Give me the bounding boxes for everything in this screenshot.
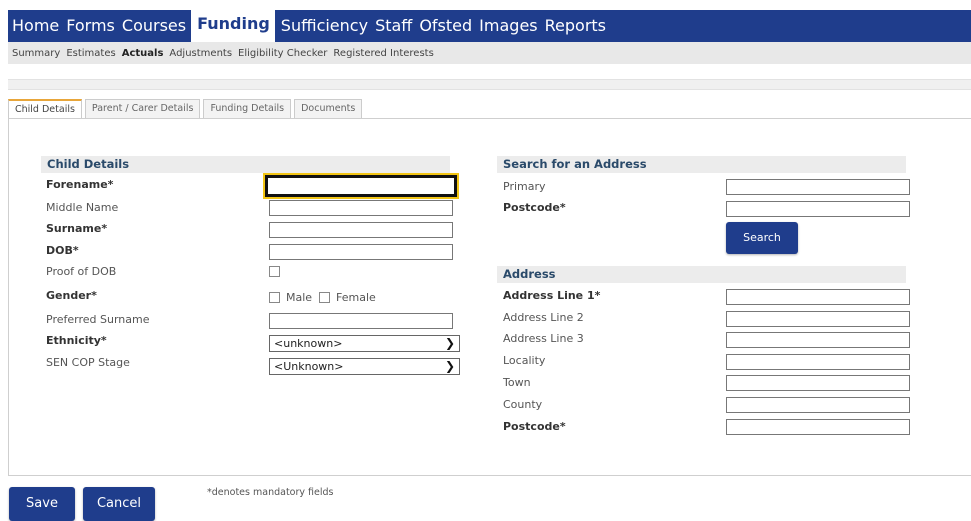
- female-label: Female: [336, 291, 376, 304]
- male-checkbox[interactable]: [269, 292, 280, 303]
- surname-input[interactable]: [269, 222, 453, 238]
- tab-funding-details[interactable]: Funding Details: [203, 99, 292, 118]
- preferred-surname-label: Preferred Surname: [46, 313, 150, 326]
- tab-parent-carer-details[interactable]: Parent / Carer Details: [84, 99, 201, 118]
- sen-label: SEN COP Stage: [46, 356, 130, 369]
- nav-home[interactable]: Home: [8, 15, 62, 42]
- primary-label: Primary: [503, 180, 546, 193]
- address-line2-input[interactable]: [726, 311, 910, 327]
- nav-images[interactable]: Images: [475, 15, 540, 42]
- sub-nav: Summary Estimates Actuals Adjustments El…: [8, 42, 971, 64]
- child-details-heading: Child Details: [41, 156, 450, 173]
- locality-input[interactable]: [726, 354, 910, 370]
- locality-label: Locality: [503, 354, 546, 367]
- save-button[interactable]: Save: [9, 487, 75, 521]
- subnav-eligibility-checker[interactable]: Eligibility Checker: [234, 48, 329, 59]
- preferred-surname-input[interactable]: [269, 313, 453, 329]
- tab-documents[interactable]: Documents: [294, 99, 363, 118]
- divider-strip: [8, 79, 971, 90]
- sen-value: <Unknown>: [274, 360, 344, 373]
- address-line3-input[interactable]: [726, 332, 910, 348]
- town-label: Town: [503, 376, 531, 389]
- nav-sufficiency[interactable]: Sufficiency: [277, 15, 371, 42]
- tab-child-details[interactable]: Child Details: [8, 99, 82, 120]
- middle-name-input[interactable]: [269, 200, 453, 216]
- town-input[interactable]: [726, 375, 910, 391]
- gender-label: Gender*: [46, 289, 97, 302]
- nav-staff[interactable]: Staff: [371, 15, 415, 42]
- search-postcode-label: Postcode*: [503, 201, 566, 214]
- address-line2-label: Address Line 2: [503, 311, 584, 324]
- cancel-button[interactable]: Cancel: [83, 487, 155, 521]
- form-tabs: Child Details Parent / Carer Details Fun…: [8, 99, 365, 120]
- county-label: County: [503, 398, 543, 411]
- subnav-actuals[interactable]: Actuals: [118, 48, 166, 59]
- address-heading: Address: [497, 266, 906, 283]
- address-postcode-label: Postcode*: [503, 420, 566, 433]
- ethnicity-value: <unknown>: [274, 337, 343, 350]
- female-checkbox[interactable]: [319, 292, 330, 303]
- male-label: Male: [286, 291, 313, 304]
- chevron-down-icon: ❯: [444, 336, 455, 350]
- surname-label: Surname*: [46, 222, 108, 235]
- proof-dob-checkbox[interactable]: [269, 266, 280, 277]
- sen-select[interactable]: <Unknown> ❯: [269, 358, 460, 375]
- forename-label: Forename*: [46, 178, 114, 191]
- address-line1-input[interactable]: [726, 289, 910, 305]
- address-line3-label: Address Line 3: [503, 332, 584, 345]
- primary-input[interactable]: [726, 179, 910, 195]
- subnav-estimates[interactable]: Estimates: [62, 48, 117, 59]
- nav-funding[interactable]: Funding: [191, 10, 275, 42]
- forename-input[interactable]: [263, 173, 459, 199]
- nav-ofsted[interactable]: Ofsted: [415, 15, 475, 42]
- nav-forms[interactable]: Forms: [62, 15, 118, 42]
- subnav-registered-interests[interactable]: Registered Interests: [329, 48, 435, 59]
- search-address-heading: Search for an Address: [497, 156, 906, 173]
- search-button[interactable]: Search: [726, 222, 798, 254]
- ethnicity-select[interactable]: <unknown> ❯: [269, 335, 460, 352]
- top-nav: Home Forms Courses Funding Sufficiency S…: [8, 10, 971, 42]
- nav-courses[interactable]: Courses: [118, 15, 189, 42]
- dob-input[interactable]: [269, 244, 453, 260]
- county-input[interactable]: [726, 397, 910, 413]
- address-postcode-input[interactable]: [726, 419, 910, 435]
- nav-reports[interactable]: Reports: [541, 15, 609, 42]
- subnav-adjustments[interactable]: Adjustments: [165, 48, 234, 59]
- search-postcode-input[interactable]: [726, 201, 910, 217]
- middle-name-label: Middle Name: [46, 201, 119, 214]
- address-line1-label: Address Line 1*: [503, 289, 601, 302]
- dob-label: DOB*: [46, 244, 79, 257]
- ethnicity-label: Ethnicity*: [46, 334, 107, 347]
- proof-dob-label: Proof of DOB: [46, 265, 117, 278]
- subnav-summary[interactable]: Summary: [8, 48, 62, 59]
- chevron-down-icon: ❯: [444, 359, 455, 373]
- mandatory-note: *denotes mandatory fields: [207, 487, 334, 498]
